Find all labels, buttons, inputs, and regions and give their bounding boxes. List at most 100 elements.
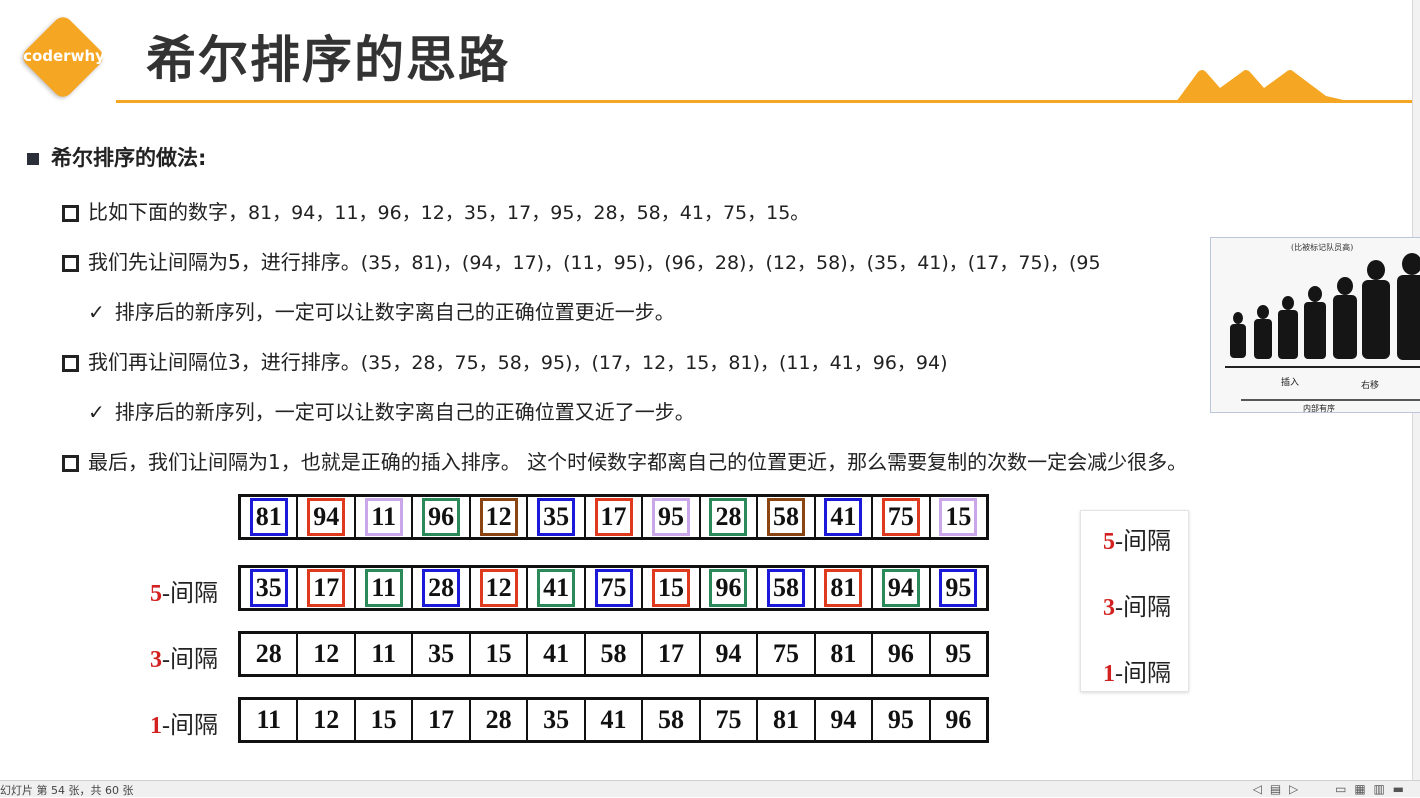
- logo-text: coderwhy: [23, 47, 105, 65]
- number-cell: 75: [701, 700, 759, 740]
- legend-number: 3: [1103, 595, 1115, 621]
- number-cell: 94: [298, 497, 356, 537]
- legend-item-5: 5-间隔: [1103, 521, 1171, 556]
- table-gap1: 11 12 15 17 28 35 41 58 75 81 94 95 96: [238, 697, 989, 743]
- photo-label-bottom: 内部有序: [1303, 403, 1335, 412]
- gap3-label: 3-间隔: [150, 639, 218, 674]
- number-cell: 58: [758, 497, 816, 537]
- colored-number-box: 81: [824, 569, 863, 607]
- gap-text: -间隔: [162, 647, 218, 673]
- check-text: 排序后的新序列，一定可以让数字离自己的正确位置更近一步。: [114, 300, 675, 324]
- bullet-row-3: 我们再让间隔位3，进行排序。(35，28，75，58，95)，(17，12，15…: [62, 346, 948, 375]
- number-cell: 95: [945, 639, 972, 668]
- number-cell: 96: [701, 568, 759, 608]
- sorter-view-icon[interactable]: ▦: [1354, 782, 1367, 796]
- number-cell: 17: [298, 568, 356, 608]
- number-cell: 35: [241, 568, 299, 608]
- number-cell: 15: [931, 497, 986, 537]
- number-cell: 96: [413, 497, 471, 537]
- colored-number-box: 58: [766, 498, 805, 536]
- gap-text: -间隔: [162, 581, 218, 607]
- table-gap5: 35 17 11 28 12 41 75 15 96 58 81 94 95: [238, 565, 989, 611]
- colored-number-box: 81: [249, 498, 288, 536]
- bullet-square-icon: [27, 153, 39, 165]
- number-cell: 95: [873, 700, 931, 740]
- number-cell: 15: [471, 634, 529, 674]
- number-cell: 17: [643, 634, 701, 674]
- number-cell: 15: [643, 568, 701, 608]
- next-slide-icon[interactable]: ▷: [1289, 782, 1300, 796]
- number-cell: 28: [471, 700, 529, 740]
- table-gap3: 28 12 11 35 15 41 58 17 94 75 81 96 95: [238, 631, 989, 677]
- number-cell: 41: [816, 497, 874, 537]
- number-cell: 12: [471, 568, 529, 608]
- number-cell: 58: [643, 700, 701, 740]
- colored-number-box: 96: [422, 498, 461, 536]
- number-cell: 11: [356, 634, 414, 674]
- gap-number: 1: [150, 713, 162, 739]
- hollow-square-icon: [62, 205, 79, 222]
- colored-number-box: 96: [709, 569, 748, 607]
- colored-number-box: 12: [479, 498, 518, 536]
- reading-view-icon[interactable]: ▥: [1373, 782, 1386, 796]
- number-cell: 17: [586, 497, 644, 537]
- colored-number-box: 41: [824, 498, 863, 536]
- number-cell: 41: [586, 700, 644, 740]
- gap-number: 5: [150, 581, 162, 607]
- colored-number-box: 11: [364, 569, 403, 607]
- number-cell: 94: [701, 634, 759, 674]
- number-cell: 12: [471, 497, 529, 537]
- legend-text: -间隔: [1115, 661, 1171, 687]
- number-cell: 81: [758, 700, 816, 740]
- gap1-label: 1-间隔: [150, 705, 218, 740]
- colored-number-box: 94: [881, 569, 920, 607]
- status-bar: 幻灯片 第 54 张，共 60 张 ◁ ▤ ▷ ▭ ▦ ▥ ▬: [0, 780, 1420, 797]
- number-cell: 15: [356, 700, 414, 740]
- number-cell: 35: [528, 497, 586, 537]
- normal-view-icon[interactable]: ▭: [1335, 782, 1348, 796]
- photo-label-insert: 插入: [1281, 376, 1299, 388]
- number-cell: 35: [413, 634, 471, 674]
- notes-icon[interactable]: ▤: [1270, 782, 1283, 796]
- bullet-row-2: 我们先让间隔为5，进行排序。(35，81)，(94，17)，(11，95)，(9…: [62, 246, 1101, 275]
- number-cell: 75: [586, 568, 644, 608]
- coderwhy-logo: coderwhy: [19, 13, 108, 102]
- legend-item-3: 3-间隔: [1103, 587, 1171, 622]
- checkmark-icon: ✓: [88, 400, 105, 424]
- colored-number-box: 17: [594, 498, 633, 536]
- number-cell: 94: [816, 700, 874, 740]
- number-cell: 81: [816, 634, 874, 674]
- slide-title: 希尔排序的思路: [146, 31, 510, 89]
- bullet-row-4: 最后，我们让间隔为1，也就是正确的插入排序。 这个时候数字都离自己的位置更近，那…: [62, 446, 1187, 475]
- colored-number-box: 28: [709, 498, 748, 536]
- colored-number-box: 94: [307, 498, 346, 536]
- colored-number-box: 15: [939, 498, 978, 536]
- colored-number-box: 95: [939, 569, 978, 607]
- number-cell: 11: [241, 700, 299, 740]
- colored-number-box: 12: [479, 569, 518, 607]
- gap-number: 3: [150, 647, 162, 673]
- view-controls[interactable]: ◁ ▤ ▷ ▭ ▦ ▥ ▬: [1253, 782, 1406, 796]
- checkmark-icon: ✓: [88, 300, 105, 324]
- colored-number-box: 11: [364, 498, 403, 536]
- slideshow-icon[interactable]: ▬: [1393, 782, 1406, 796]
- prev-slide-icon[interactable]: ◁: [1253, 782, 1264, 796]
- insertion-sort-illustration: (比被标记队员高) 插入 右移 内部有序: [1210, 237, 1420, 413]
- colored-number-box: 75: [594, 569, 633, 607]
- number-cell: 17: [413, 700, 471, 740]
- legend-number: 1: [1103, 661, 1115, 687]
- number-cell: 81: [816, 568, 874, 608]
- colored-number-box: 15: [652, 569, 691, 607]
- gap-legend: 5-间隔 3-间隔 1-间隔: [1080, 510, 1189, 692]
- number-cell: 41: [528, 568, 586, 608]
- legend-text: -间隔: [1115, 595, 1171, 621]
- section-heading-text: 希尔排序的做法:: [51, 146, 207, 170]
- number-cell: 75: [873, 497, 931, 537]
- row-text: 我们再让间隔位3，进行排序。: [88, 350, 361, 374]
- number-cell: 28: [413, 568, 471, 608]
- number-cell: 94: [873, 568, 931, 608]
- mountain-decoration: [1176, 70, 1352, 102]
- gap-text: -间隔: [162, 713, 218, 739]
- number-cell: 12: [298, 700, 356, 740]
- colored-number-box: 58: [766, 569, 805, 607]
